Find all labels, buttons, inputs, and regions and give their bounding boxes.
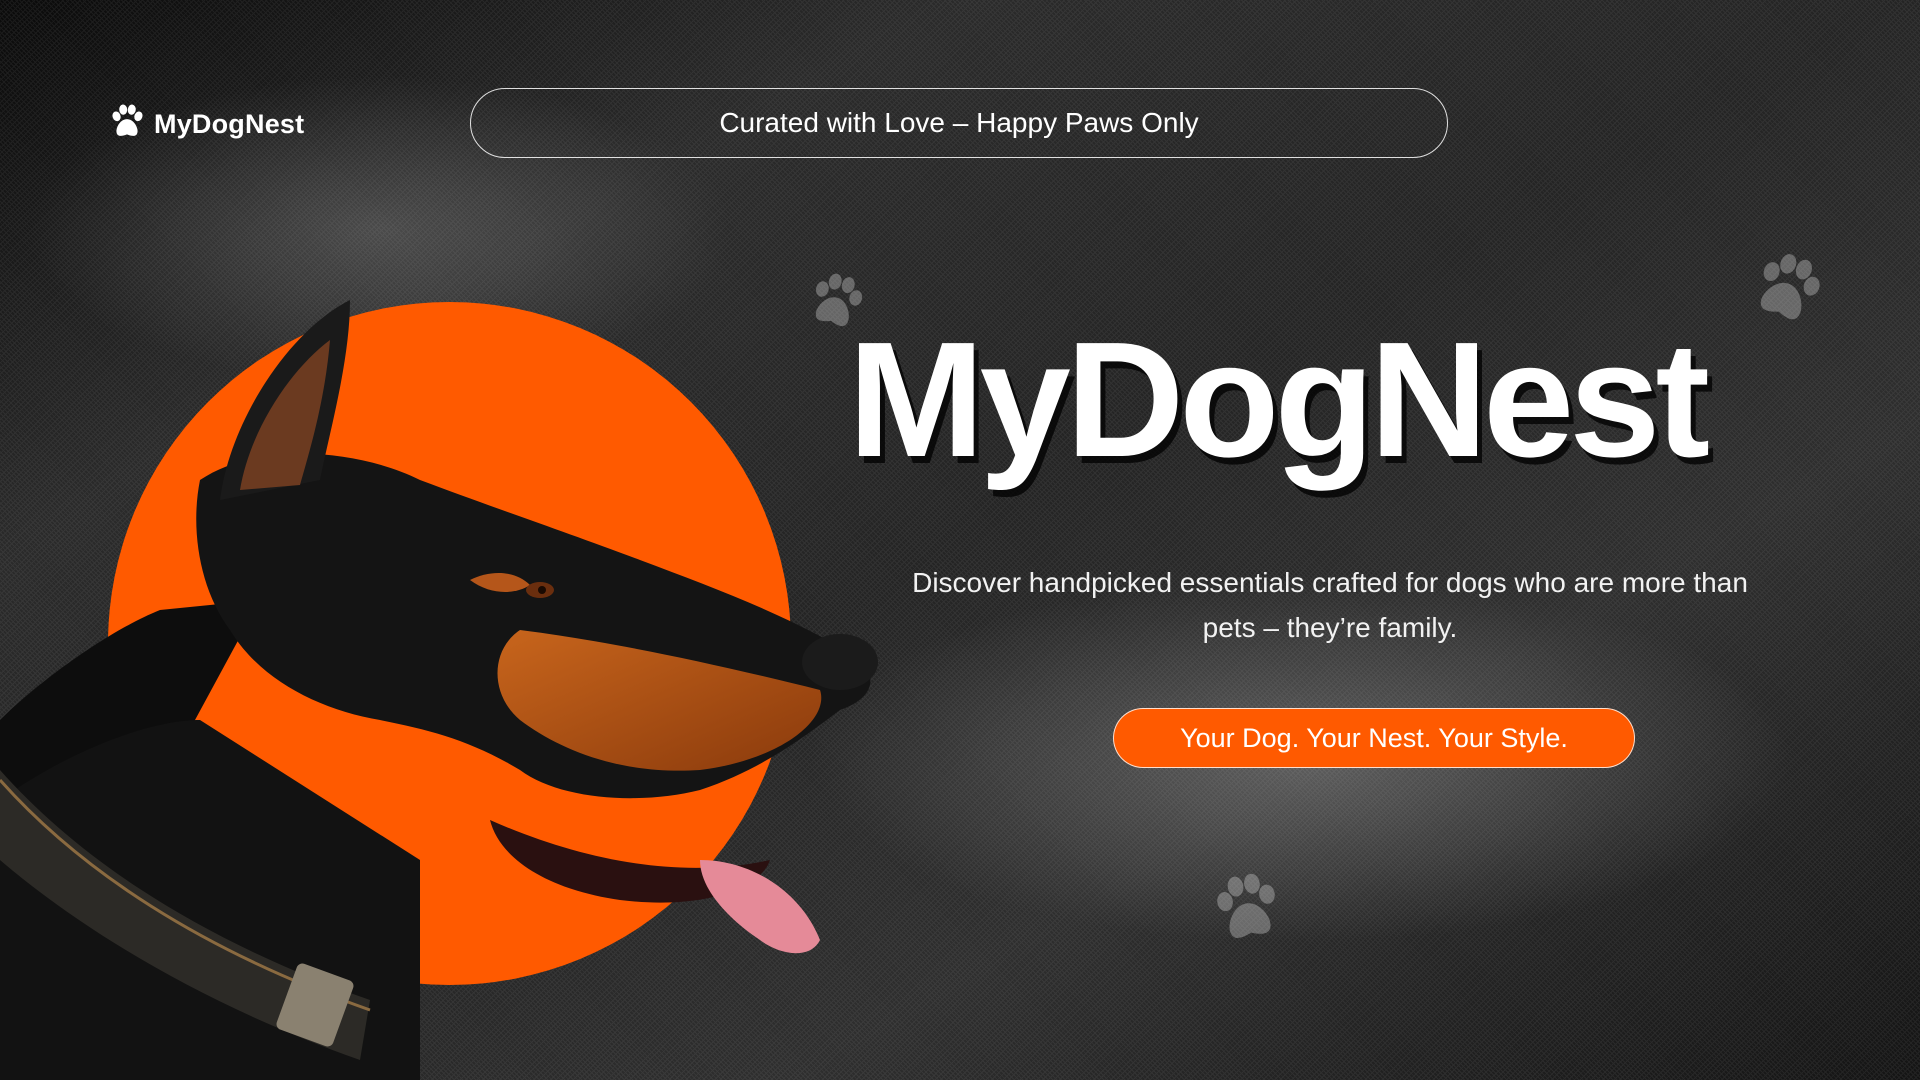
logo-text: MyDogNest: [154, 109, 305, 139]
hero-slide: MyDogNest Curated with Love – Happy Paws…: [0, 0, 1920, 1080]
hero-description: Discover handpicked essentials crafted f…: [912, 567, 1748, 643]
cta-button-label: Your Dog. Your Nest. Your Style.: [1180, 722, 1568, 753]
tagline-text: Curated with Love – Happy Paws Only: [719, 107, 1199, 138]
cta-button[interactable]: Your Dog. Your Nest. Your Style.: [1113, 708, 1635, 768]
paw-icon: [108, 103, 146, 146]
doberman-image: [0, 300, 878, 1080]
hero-title: MyDogNest: [848, 308, 1710, 491]
brand-logo[interactable]: MyDogNest: [108, 103, 304, 146]
paw-print-icon: [1204, 864, 1290, 954]
tagline-pill: Curated with Love – Happy Paws Only: [470, 88, 1448, 158]
